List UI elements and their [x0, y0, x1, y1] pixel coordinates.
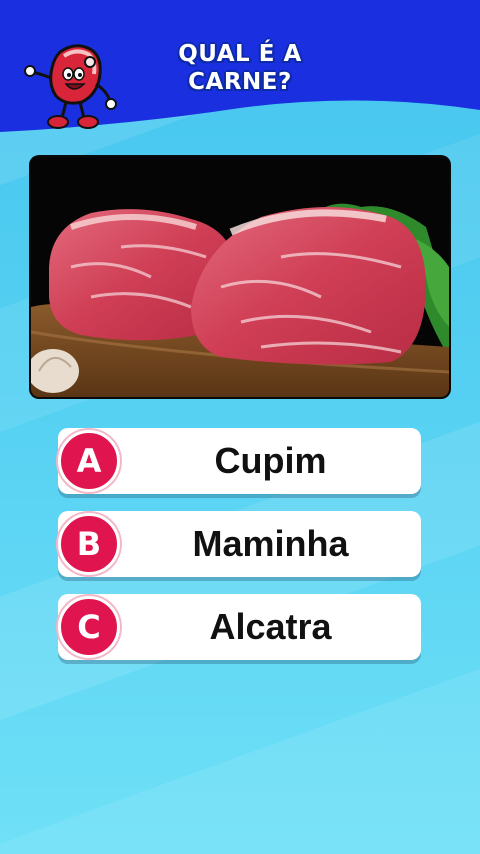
meat-mascot-icon: [24, 44, 117, 129]
page-title: QUAL É A CARNE?: [140, 40, 340, 96]
title-line-1: QUAL É A: [178, 41, 302, 67]
answer-text: Alcatra: [209, 606, 332, 647]
answer-letter-badge: A: [58, 430, 120, 492]
answer-letter-badge: C: [58, 596, 120, 658]
answer-option-a[interactable]: A Cupim: [58, 428, 421, 494]
answer-option-b[interactable]: B Maminha: [58, 511, 421, 577]
raw-beef-photo: [31, 157, 449, 397]
answer-letter-badge: B: [58, 513, 120, 575]
header: QUAL É A CARNE?: [0, 0, 480, 140]
answer-text: Cupim: [214, 440, 327, 481]
answer-option-c[interactable]: C Alcatra: [58, 594, 421, 660]
question-photo: [31, 157, 449, 397]
title-line-2: CARNE?: [188, 69, 292, 95]
answer-text: Maminha: [192, 523, 349, 564]
